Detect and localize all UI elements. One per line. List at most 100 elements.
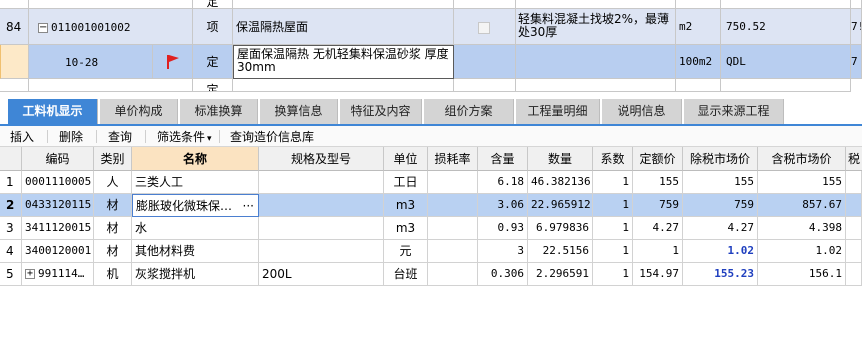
loss-rate-cell[interactable] (428, 263, 478, 286)
unit-cell[interactable]: m3 (384, 194, 428, 217)
quota-price-cell[interactable]: 759 (633, 194, 683, 217)
market-price-excl-tax-cell[interactable]: 155 (683, 171, 758, 194)
tax-cell[interactable] (846, 171, 862, 194)
tax-cell[interactable] (846, 263, 862, 286)
filter-dropdown[interactable]: 筛选条件 ▾ (157, 129, 212, 147)
market-price-excl-tax-cell[interactable]: 155.23 (683, 263, 758, 286)
tab-pricing-scheme[interactable]: 组价方案 (424, 99, 514, 124)
category-cell[interactable]: 机 (94, 263, 132, 286)
tab-features-content[interactable]: 特征及内容 (340, 99, 422, 124)
header-unit[interactable]: 单位 (384, 147, 428, 171)
quantity-cell[interactable]: 22.5156 (528, 240, 593, 263)
content-cell[interactable]: 0.306 (478, 263, 528, 286)
collapse-toggle-icon[interactable]: − (38, 22, 48, 33)
resource-code-cell[interactable]: +991114… (22, 263, 94, 286)
header-quota-price[interactable]: 定额价 (633, 147, 683, 171)
market-price-excl-tax-cell[interactable]: 4.27 (683, 217, 758, 240)
unit-cell[interactable]: 工日 (384, 171, 428, 194)
tab-labor-material-machine[interactable]: 工料机显示 (8, 99, 98, 124)
tab-unit-price-composition[interactable]: 单价构成 (100, 99, 178, 124)
quantity-cell[interactable]: 6.979836 (528, 217, 593, 240)
loss-rate-cell[interactable] (428, 194, 478, 217)
quota-price-cell[interactable]: 154.97 (633, 263, 683, 286)
tax-cell[interactable] (846, 194, 862, 217)
coefficient-cell[interactable]: 1 (593, 217, 633, 240)
coefficient-cell[interactable]: 1 (593, 263, 633, 286)
header-content[interactable]: 含量 (478, 147, 528, 171)
coefficient-cell[interactable]: 1 (593, 194, 633, 217)
tab-quantity-details[interactable]: 工程量明细 (516, 99, 600, 124)
quantity-cell[interactable]: 46.382136 (528, 171, 593, 194)
tax-cell[interactable] (846, 240, 862, 263)
quota-price-cell[interactable]: 155 (633, 171, 683, 194)
unit-cell[interactable]: 台班 (384, 263, 428, 286)
market-price-incl-tax-cell[interactable]: 155 (758, 171, 846, 194)
resource-name-cell[interactable]: 三类人工 (132, 171, 259, 194)
market-price-incl-tax-cell[interactable]: 156.1 (758, 263, 846, 286)
query-button[interactable]: 查询 (108, 129, 132, 145)
unit-cell[interactable]: 元 (384, 240, 428, 263)
spec-cell[interactable] (259, 194, 384, 217)
market-price-incl-tax-cell[interactable]: 857.67 (758, 194, 846, 217)
market-price-excl-tax-cell[interactable]: 759 (683, 194, 758, 217)
tab-show-source-project[interactable]: 显示来源工程 (684, 99, 784, 124)
resource-code-cell[interactable]: 0001110005 (22, 171, 94, 194)
category-cell[interactable]: 材 (94, 194, 132, 217)
resource-code-cell[interactable]: 3411120015 (22, 217, 94, 240)
loss-rate-cell[interactable] (428, 240, 478, 263)
checkbox-cell[interactable] (454, 9, 516, 45)
table-row[interactable]: 3 3411120015 材水 m3 0.93 6.979836 1 4.27 4.27 4.39… (0, 217, 862, 240)
insert-button[interactable]: 插入 (10, 129, 34, 145)
resource-name-cell[interactable]: 灰浆搅拌机 (132, 263, 259, 286)
table-row[interactable]: 1 0001110005 人三类人工 工日 6.18 46.382136 1 155 155 15… (0, 171, 862, 194)
content-cell[interactable]: 3 (478, 240, 528, 263)
header-category[interactable]: 类别 (94, 147, 132, 171)
tab-standard-conversion[interactable]: 标准换算 (180, 99, 258, 124)
tax-cell[interactable] (846, 217, 862, 240)
resource-code-cell[interactable]: 0433120115 (22, 194, 94, 217)
header-market-price-excl-tax[interactable]: 除税市场价 (683, 147, 758, 171)
quantity-cell[interactable]: 2.296591 (528, 263, 593, 286)
spec-cell[interactable] (259, 240, 384, 263)
spec-cell[interactable] (259, 171, 384, 194)
ellipsis-button[interactable]: ··· (243, 195, 254, 216)
unit-cell[interactable]: m3 (384, 217, 428, 240)
market-price-incl-tax-cell[interactable]: 4.398 (758, 217, 846, 240)
header-tax[interactable]: 税 (846, 147, 862, 171)
resource-name-cell[interactable]: 水 (132, 217, 259, 240)
name-edit-cell[interactable]: 屋面保温隔热 无机轻集料保温砂浆 厚度30mm (233, 45, 454, 79)
delete-button[interactable]: 删除 (59, 129, 83, 145)
header-code[interactable]: 编码 (22, 147, 94, 171)
tab-conversion-info[interactable]: 换算信息 (260, 99, 338, 124)
content-cell[interactable]: 3.06 (478, 194, 528, 217)
feature-cell[interactable]: 轻集料混凝土找坡2%，最薄处30厚 (516, 9, 676, 45)
table-row[interactable]: 5 +991114… 机灰浆搅拌机 200L 台班 0.306 2.296591 1 154.9… (0, 263, 862, 286)
expand-toggle-icon[interactable]: + (25, 269, 35, 279)
header-name[interactable]: 名称 (132, 147, 259, 171)
checkbox[interactable] (478, 22, 490, 34)
flag-cell[interactable] (153, 45, 193, 79)
coefficient-cell[interactable]: 1 (593, 240, 633, 263)
loss-rate-cell[interactable] (428, 217, 478, 240)
table-row[interactable]: 2 0433120115 材膨胀玻化微珠保… ··· m3 3.06 22.965912 1 7… (0, 194, 862, 217)
feature-cell[interactable] (516, 45, 676, 79)
query-price-info-button[interactable]: 查询造价信息库 (230, 129, 314, 145)
resource-name-cell[interactable]: 膨胀玻化微珠保… ··· (132, 194, 259, 217)
spec-cell[interactable]: 200L (259, 263, 384, 286)
name-cell[interactable]: 保温隔热屋面 (233, 9, 454, 45)
market-price-excl-tax-cell[interactable]: 1.02 (683, 240, 758, 263)
spec-cell[interactable] (259, 217, 384, 240)
tab-description[interactable]: 说明信息 (602, 99, 682, 124)
table-row[interactable]: 4 3400120001 材其他材料费元 3 22.5156 1 1 1.02 1.02 (0, 240, 862, 263)
header-spec[interactable]: 规格及型号 (259, 147, 384, 171)
quantity-cell[interactable]: 22.965912 (528, 194, 593, 217)
market-price-incl-tax-cell[interactable]: 1.02 (758, 240, 846, 263)
category-cell[interactable]: 材 (94, 240, 132, 263)
resource-name-cell[interactable]: 其他材料费 (132, 240, 259, 263)
coefficient-cell[interactable]: 1 (593, 171, 633, 194)
content-cell[interactable]: 0.93 (478, 217, 528, 240)
resource-code-cell[interactable]: 3400120001 (22, 240, 94, 263)
category-cell[interactable]: 人 (94, 171, 132, 194)
category-cell[interactable]: 材 (94, 217, 132, 240)
code-cell[interactable]: 10-28 (29, 45, 153, 79)
